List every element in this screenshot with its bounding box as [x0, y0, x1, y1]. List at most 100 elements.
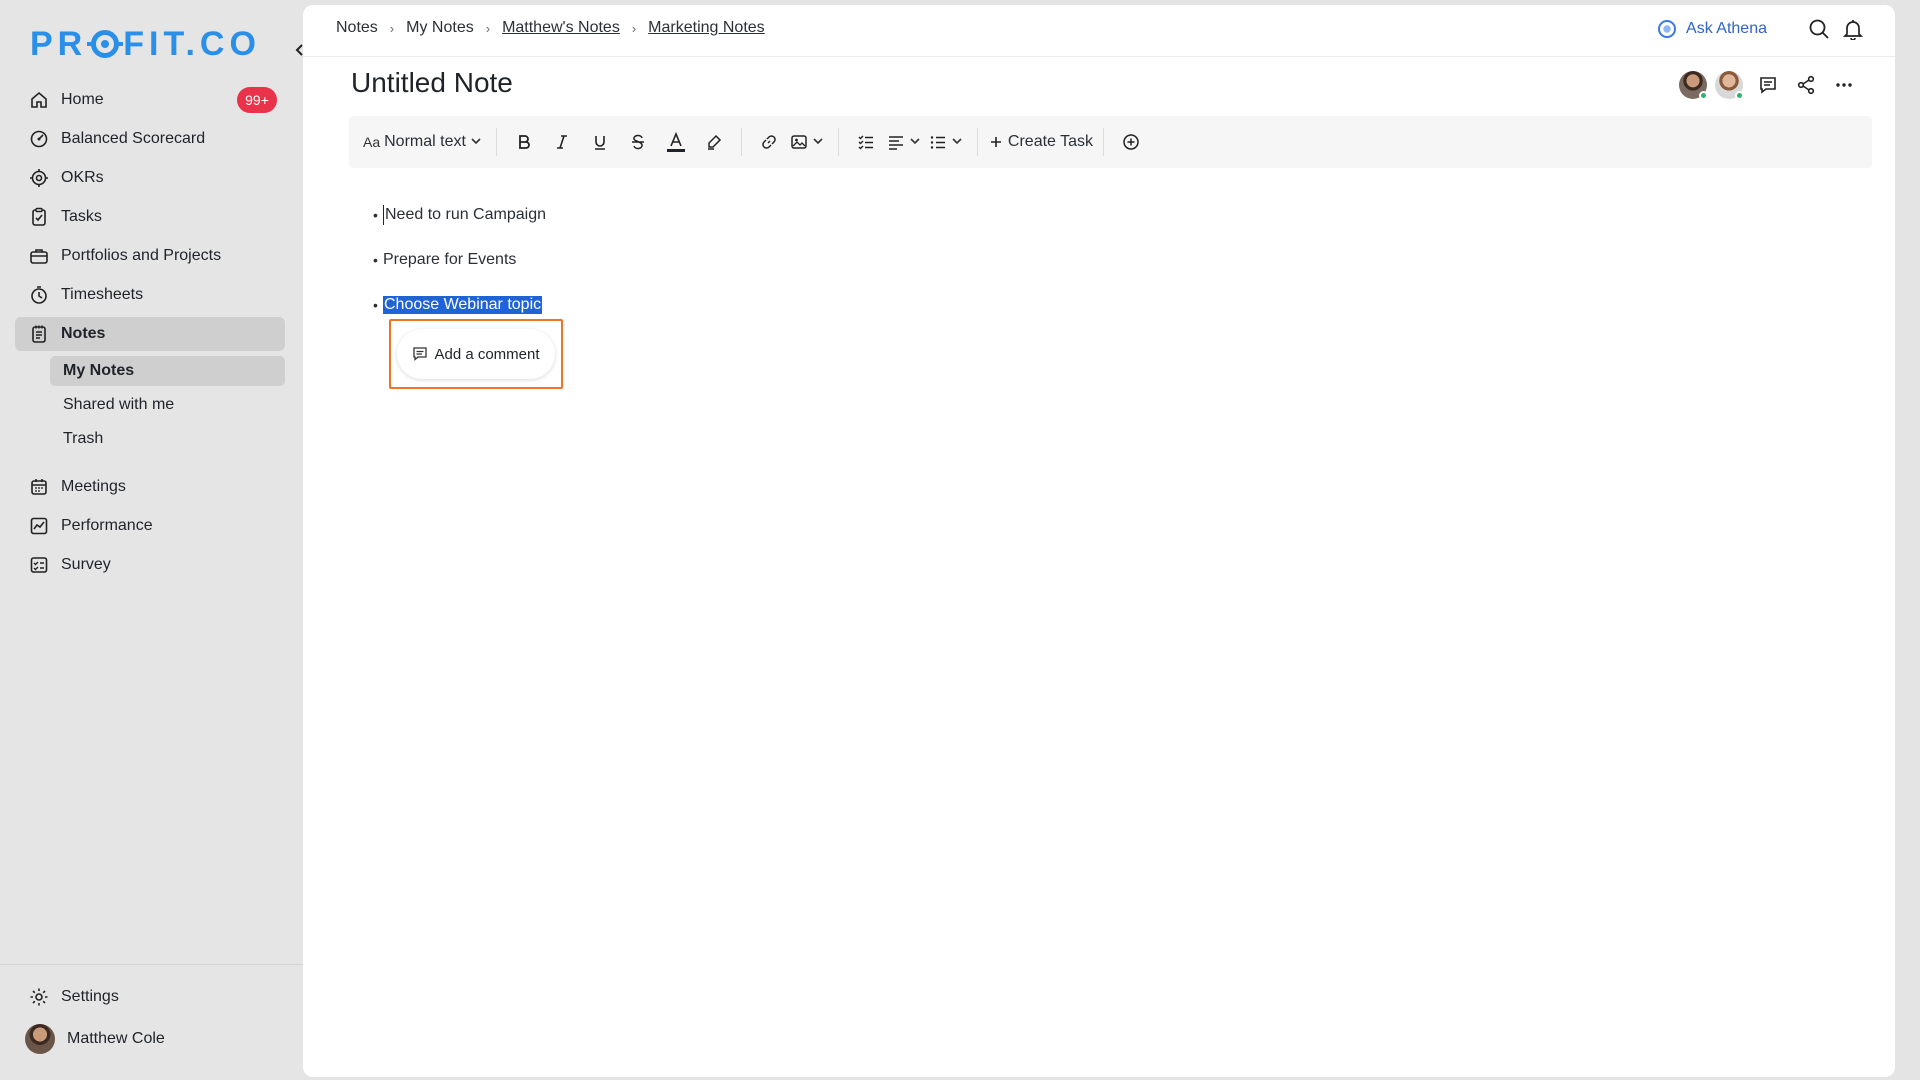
profit-logo[interactable]: PR FIT.CO — [30, 24, 261, 64]
create-task-button[interactable]: Create Task — [988, 125, 1093, 159]
collaborator-avatar[interactable] — [1679, 71, 1708, 100]
list-item-text: Prepare for Events — [383, 251, 517, 268]
breadcrumb-my-notes[interactable]: My Notes — [406, 19, 474, 37]
text-cursor — [383, 205, 384, 225]
toolbar-divider — [976, 128, 978, 156]
sidebar-subitem-trash[interactable]: Trash — [50, 424, 285, 454]
logo-target-mark — [87, 30, 124, 58]
strikethrough-icon — [631, 134, 644, 150]
ask-athena-label: Ask Athena — [1686, 20, 1767, 37]
align-dropdown[interactable] — [887, 125, 925, 159]
chevron-down-icon — [471, 138, 481, 145]
checklist-button[interactable] — [849, 125, 883, 159]
selected-text: Choose Webinar topic — [383, 296, 543, 314]
bullet-marker: • — [373, 207, 378, 223]
text-color-icon — [666, 131, 685, 152]
avatar — [25, 1024, 55, 1054]
share-button[interactable] — [1793, 72, 1819, 98]
toolbar-divider — [837, 128, 839, 156]
sidebar-item-okrs[interactable]: OKRs — [15, 161, 285, 195]
editor-toolbar: Aa Normal text Create Task — [349, 116, 1872, 168]
main-panel: Notes › My Notes › Matthew's Notes › Mar… — [303, 5, 1895, 1077]
strikethrough-button[interactable] — [621, 125, 655, 159]
share-icon — [1797, 75, 1815, 95]
bold-button[interactable] — [507, 125, 541, 159]
calendar-icon — [29, 477, 49, 497]
top-right-actions: Ask Athena — [1658, 17, 1865, 41]
italic-icon — [556, 135, 567, 149]
breadcrumb-separator: › — [389, 20, 395, 36]
sidebar-item-settings[interactable]: Settings — [15, 980, 119, 1014]
sidebar-item-label: Survey — [61, 556, 111, 573]
comments-button[interactable] — [1755, 72, 1781, 98]
search-icon — [1809, 19, 1829, 39]
link-button[interactable] — [752, 125, 786, 159]
list-item[interactable]: • Choose Webinar topic — [373, 291, 546, 319]
stopwatch-icon — [29, 285, 49, 305]
add-comment-button[interactable]: Add a comment — [397, 329, 555, 379]
chevron-down-icon — [813, 138, 823, 145]
bullet-marker: • — [373, 297, 378, 313]
italic-button[interactable] — [545, 125, 579, 159]
bullet-list-icon — [930, 136, 945, 149]
list-item[interactable]: • Need to run Campaign — [373, 201, 546, 229]
breadcrumb-notes[interactable]: Notes — [336, 19, 378, 37]
sidebar-item-tasks[interactable]: Tasks — [15, 200, 285, 234]
chart-icon — [29, 516, 49, 536]
sidebar-item-performance[interactable]: Performance — [15, 509, 285, 543]
sidebar-item-label: OKRs — [61, 169, 104, 186]
sidebar-subitem-label: My Notes — [63, 362, 135, 379]
collaborator-avatar[interactable] — [1715, 71, 1744, 100]
highlighter-icon — [707, 134, 721, 150]
user-profile[interactable]: Matthew Cole — [25, 1024, 165, 1054]
text-style-icon: Aa — [363, 134, 381, 150]
sidebar-item-survey[interactable]: Survey — [15, 548, 285, 582]
more-horizontal-icon — [1836, 83, 1852, 87]
breadcrumb-matthews-notes[interactable]: Matthew's Notes — [502, 19, 620, 37]
breadcrumb-marketing-notes[interactable]: Marketing Notes — [648, 19, 765, 37]
sidebar-item-home[interactable]: Home 99+ — [15, 83, 285, 117]
list-item[interactable]: • Prepare for Events — [373, 246, 546, 274]
insert-more-button[interactable] — [1114, 125, 1148, 159]
bullet-list-dropdown[interactable] — [929, 125, 967, 159]
image-icon — [791, 135, 807, 149]
top-bar: Notes › My Notes › Matthew's Notes › Mar… — [303, 5, 1895, 57]
note-actions — [1671, 71, 1857, 100]
search-button[interactable] — [1807, 17, 1831, 41]
ask-athena-button[interactable]: Ask Athena — [1658, 20, 1767, 38]
text-color-button[interactable] — [659, 125, 693, 159]
breadcrumb: Notes › My Notes › Matthew's Notes › Mar… — [336, 19, 765, 37]
sidebar-item-meetings[interactable]: Meetings — [15, 470, 285, 504]
sidebar-item-balanced-scorecard[interactable]: Balanced Scorecard — [15, 122, 285, 156]
add-comment-label: Add a comment — [434, 345, 540, 363]
sidebar-item-label: Timesheets — [61, 286, 144, 303]
image-dropdown[interactable] — [790, 125, 828, 159]
sidebar-item-notes[interactable]: Notes — [15, 317, 285, 351]
sidebar-item-label: Notes — [61, 325, 106, 342]
gear-icon — [29, 987, 49, 1007]
user-name: Matthew Cole — [67, 1030, 165, 1047]
note-title[interactable]: Untitled Note — [351, 67, 513, 99]
sidebar-subitem-label: Trash — [63, 430, 104, 447]
underline-button[interactable] — [583, 125, 617, 159]
link-icon — [762, 135, 776, 149]
sidebar-subitem-shared-with-me[interactable]: Shared with me — [50, 390, 285, 420]
notifications-button[interactable] — [1841, 17, 1865, 41]
sidebar-item-portfolios[interactable]: Portfolios and Projects — [15, 239, 285, 273]
more-options-button[interactable] — [1831, 72, 1857, 98]
breadcrumb-separator: › — [485, 20, 491, 36]
comment-highlight-box: Add a comment — [389, 319, 563, 389]
bold-icon — [519, 135, 530, 149]
highlight-button[interactable] — [697, 125, 731, 159]
bullet-marker: • — [373, 252, 378, 268]
online-indicator — [1699, 91, 1708, 100]
sidebar-subitem-my-notes[interactable]: My Notes — [50, 356, 285, 386]
note-editor[interactable]: • Need to run Campaign • Prepare for Eve… — [373, 201, 546, 336]
sidebar-item-label: Meetings — [61, 478, 126, 495]
chevron-down-icon — [910, 138, 920, 145]
text-style-value: Normal text — [384, 133, 466, 150]
plus-circle-icon — [1123, 134, 1139, 150]
list-item-text: Need to run Campaign — [385, 206, 546, 223]
sidebar-item-timesheets[interactable]: Timesheets — [15, 278, 285, 312]
text-style-dropdown[interactable]: Aa Normal text — [363, 125, 486, 159]
